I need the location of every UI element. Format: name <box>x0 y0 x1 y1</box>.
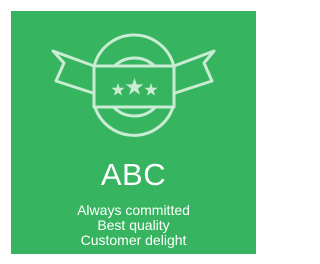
tagline: Best quality <box>97 217 170 233</box>
tagline-list: Always committed Best quality Customer d… <box>11 203 256 248</box>
tagline: Customer delight <box>80 232 187 248</box>
logo-tile: ABC Always committed Best quality Custom… <box>11 11 256 254</box>
badge-ribbon-icon <box>51 33 216 137</box>
tagline: Always committed <box>77 202 190 218</box>
brand-title: ABC <box>100 157 167 192</box>
